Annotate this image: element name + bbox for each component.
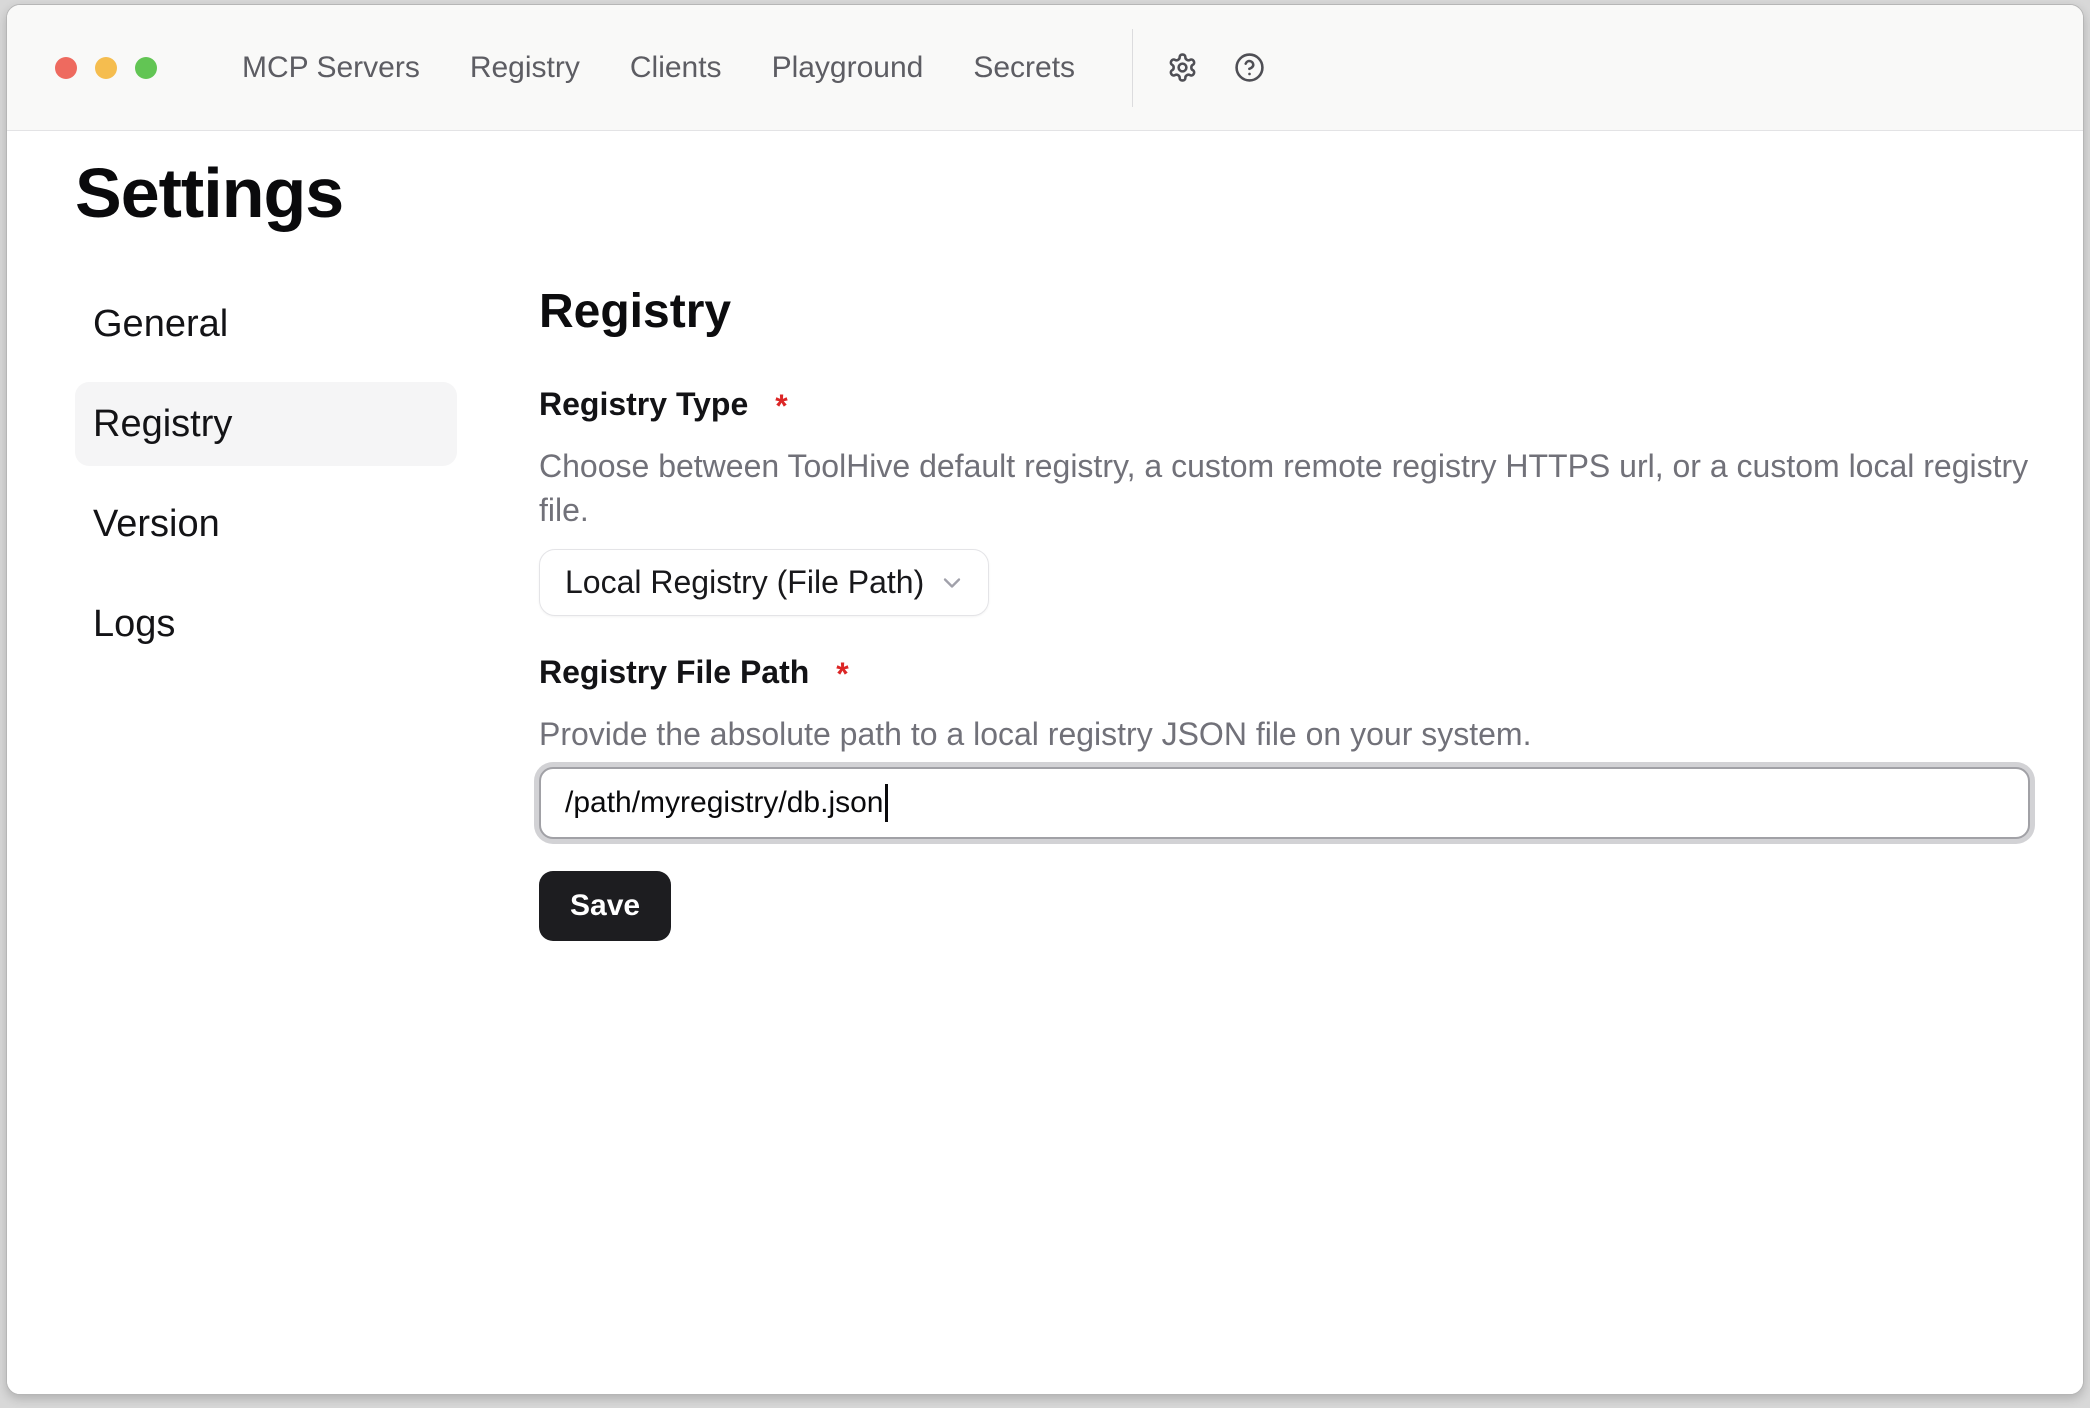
chevron-down-icon xyxy=(938,569,966,597)
nav-secrets[interactable]: Secrets xyxy=(973,51,1075,85)
registry-file-path-required-marker: * xyxy=(836,652,848,696)
settings-layout: General Registry Version Logs Registry R… xyxy=(7,282,2083,941)
text-cursor xyxy=(885,784,888,822)
file-path-label-row: Registry File Path * xyxy=(539,652,2030,696)
settings-sidebar: General Registry Version Logs xyxy=(75,282,457,666)
registry-file-path-description: Provide the absolute path to a local reg… xyxy=(539,712,2030,756)
nav-playground[interactable]: Playground xyxy=(772,51,924,85)
registry-type-label-row: Registry Type * xyxy=(539,384,2030,428)
zoom-window-button[interactable] xyxy=(135,57,157,79)
app-window: MCP Servers Registry Clients Playground … xyxy=(6,4,2084,1395)
registry-settings-panel: Registry Registry Type * Choose between … xyxy=(539,282,2030,941)
nav-mcp-servers[interactable]: MCP Servers xyxy=(242,51,420,85)
registry-type-required-marker: * xyxy=(775,384,787,428)
sidebar-item-registry[interactable]: Registry xyxy=(75,382,457,466)
nav-registry[interactable]: Registry xyxy=(470,51,580,85)
gear-icon xyxy=(1167,52,1198,83)
sidebar-item-version[interactable]: Version xyxy=(75,482,457,566)
top-navigation: MCP Servers Registry Clients Playground … xyxy=(242,51,1075,85)
minimize-window-button[interactable] xyxy=(95,57,117,79)
registry-type-label: Registry Type xyxy=(539,384,748,424)
help-button[interactable] xyxy=(1227,46,1271,90)
page-title: Settings xyxy=(75,151,2083,235)
close-window-button[interactable] xyxy=(55,57,77,79)
registry-type-select[interactable]: Local Registry (File Path) xyxy=(539,549,989,616)
help-icon xyxy=(1234,52,1265,83)
registry-type-description: Choose between ToolHive default registry… xyxy=(539,444,2030,532)
titlebar-divider xyxy=(1132,29,1133,107)
settings-gear-button[interactable] xyxy=(1160,46,1204,90)
titlebar: MCP Servers Registry Clients Playground … xyxy=(7,5,2083,131)
sidebar-item-general[interactable]: General xyxy=(75,282,457,366)
registry-file-path-input[interactable]: /path/myregistry/db.json xyxy=(539,767,2030,839)
settings-page: Settings General Registry Version Logs R… xyxy=(7,131,2083,1394)
registry-file-path-value: /path/myregistry/db.json xyxy=(565,786,883,820)
section-heading: Registry xyxy=(539,284,2030,340)
registry-type-selected-value: Local Registry (File Path) xyxy=(565,564,924,601)
window-controls xyxy=(55,57,157,79)
save-button[interactable]: Save xyxy=(539,871,671,941)
registry-file-path-label: Registry File Path xyxy=(539,652,809,692)
sidebar-item-logs[interactable]: Logs xyxy=(75,582,457,666)
nav-clients[interactable]: Clients xyxy=(630,51,722,85)
